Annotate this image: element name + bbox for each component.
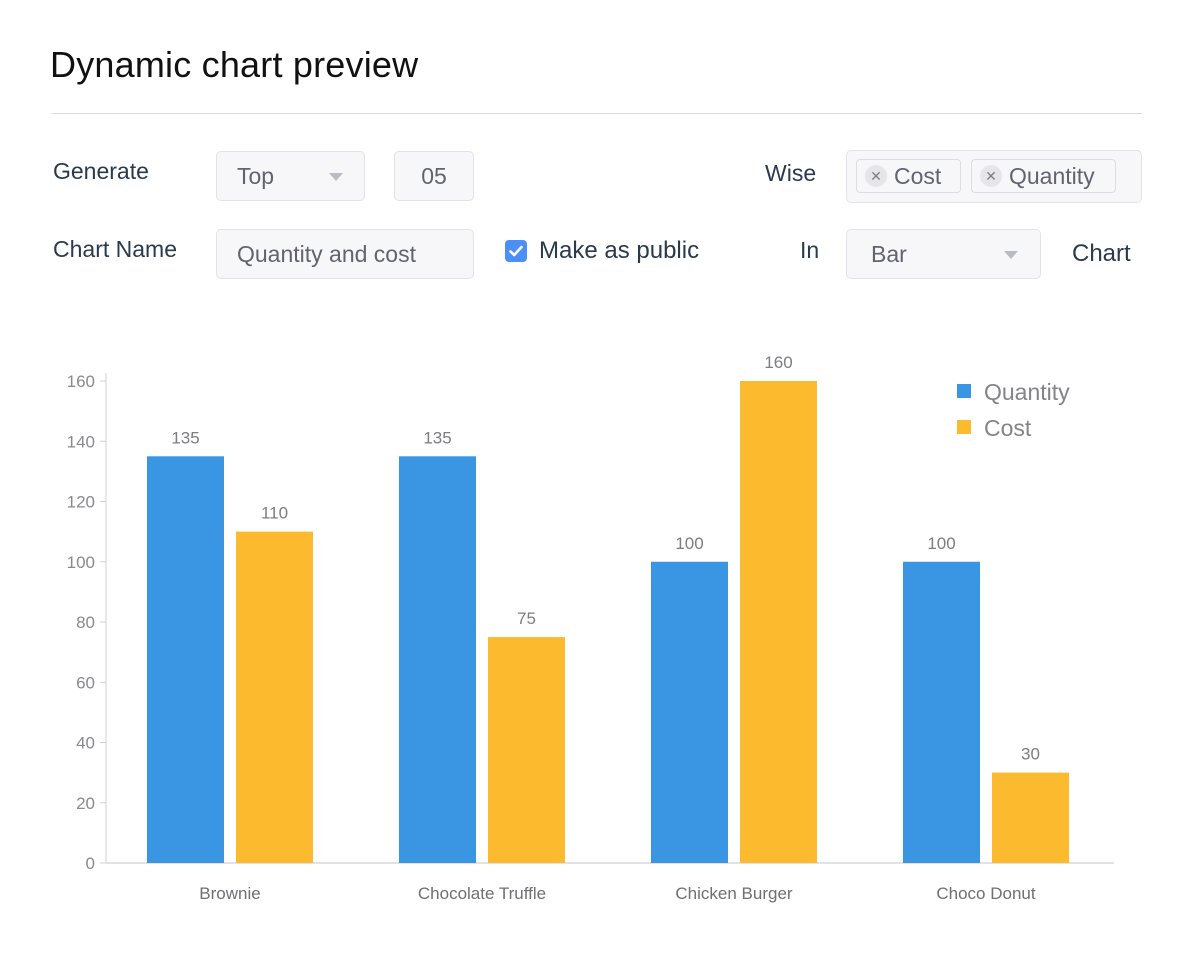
x-tick-label: Chicken Burger	[675, 884, 793, 903]
data-label: 160	[764, 353, 792, 372]
y-tick-label: 0	[86, 854, 95, 873]
y-tick-label: 60	[76, 673, 95, 692]
legend-swatch-quantity	[957, 384, 971, 398]
legend-label-quantity: Quantity	[984, 379, 1070, 405]
x-tick-label: Choco Donut	[936, 884, 1036, 903]
legend-swatch-cost	[957, 420, 971, 434]
y-tick-label: 160	[67, 372, 95, 391]
x-tick-label: Brownie	[199, 884, 260, 903]
bar-quantity	[651, 561, 728, 863]
bar-cost	[236, 531, 313, 863]
legend-label-cost: Cost	[984, 415, 1032, 441]
data-label: 30	[1021, 745, 1040, 764]
y-tick-label: 140	[67, 432, 95, 451]
bar-chart: 0 20 40 60 80 100 120 140 160 135 110 Brownie 135 75…	[67, 353, 1114, 903]
data-label: 110	[261, 504, 288, 523]
data-label: 100	[927, 534, 955, 553]
bar-cost	[992, 772, 1069, 863]
y-tick-label: 120	[67, 493, 95, 512]
bar-quantity	[147, 456, 224, 863]
y-tick-label: 20	[76, 794, 95, 813]
y-tick-label: 100	[67, 553, 95, 572]
bar-quantity	[903, 561, 980, 863]
x-tick-label: Chocolate Truffle	[418, 884, 546, 903]
bar-cost	[740, 381, 817, 863]
data-label: 135	[423, 428, 451, 447]
y-tick-label: 40	[76, 734, 95, 753]
data-label: 75	[517, 609, 536, 628]
bar-quantity	[399, 456, 476, 863]
y-tick-label: 80	[76, 613, 95, 632]
data-label: 100	[675, 534, 703, 553]
data-label: 135	[171, 428, 199, 447]
bar-cost	[488, 637, 565, 863]
